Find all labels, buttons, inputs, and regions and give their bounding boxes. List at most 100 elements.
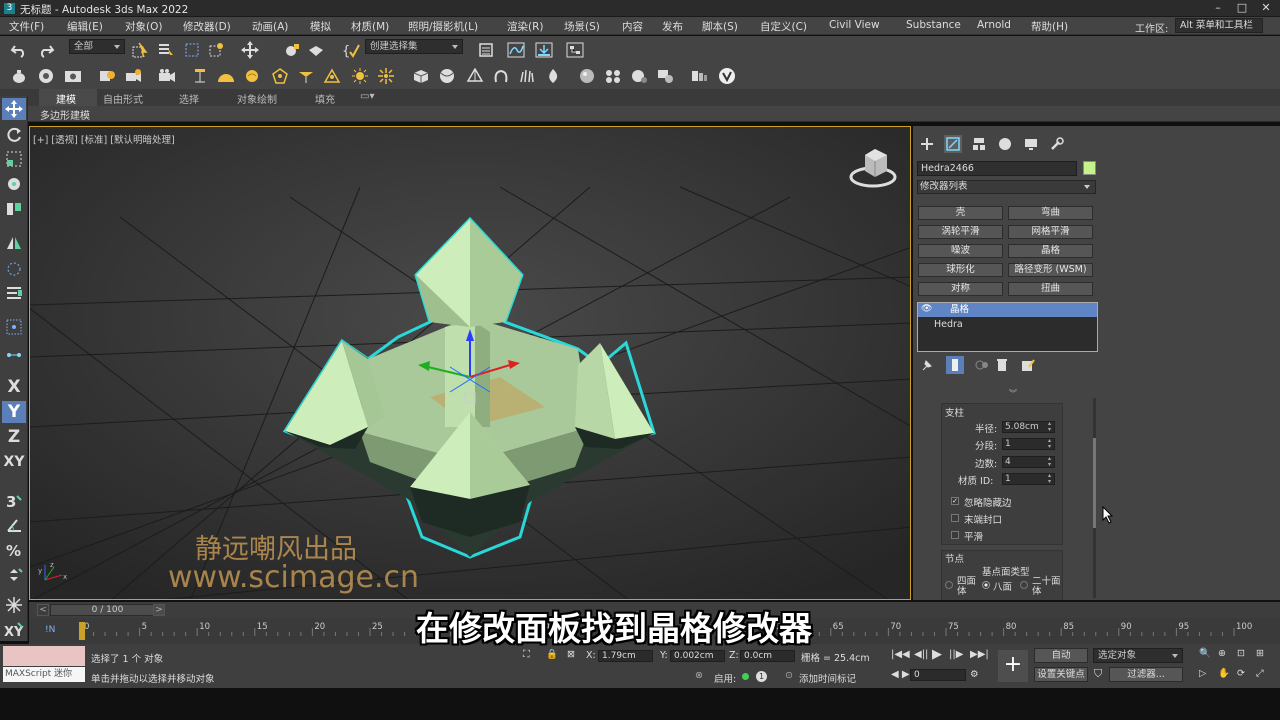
render-frame-icon[interactable] (63, 66, 83, 86)
prev-frame-icon[interactable]: ◀|| (914, 649, 928, 660)
zoom-icon[interactable]: 🔍 (1199, 648, 1211, 659)
play-icon[interactable]: ▶ (932, 647, 942, 662)
modifier-meshsmooth-button[interactable]: 网格平滑 (1008, 225, 1093, 239)
modifier-list-dropdown[interactable]: 修改器列表 (917, 180, 1096, 194)
snap-3d-icon[interactable]: 3 (2, 490, 26, 512)
menu-scripting[interactable]: 脚本(S) (702, 19, 738, 34)
workspace-dropdown[interactable]: Alt 菜单和工具栏 (1175, 18, 1263, 33)
axis-x-button[interactable]: X (2, 376, 26, 398)
time-prev-button[interactable]: < (37, 604, 49, 616)
box-primitive-icon[interactable] (411, 66, 431, 86)
menu-publish[interactable]: 发布 (662, 19, 683, 34)
menu-content[interactable]: 内容 (622, 19, 643, 34)
menu-lights-cameras[interactable]: 照明/摄影机(L) (408, 19, 478, 34)
eye-icon[interactable]: 👁 (921, 304, 932, 314)
modifier-twist-button[interactable]: 扭曲 (1008, 282, 1093, 296)
polygon-modeling-label[interactable]: 多边形建模 (40, 107, 90, 122)
go-to-start-icon[interactable]: |◀◀ (891, 649, 910, 660)
grass-icon[interactable] (517, 66, 537, 86)
hierarchy-tab-icon[interactable] (970, 135, 988, 153)
align-tool-icon[interactable] (2, 282, 26, 304)
sunlight-icon[interactable] (376, 66, 396, 86)
sphere-primitive-icon[interactable] (437, 66, 457, 86)
remove-modifier-icon[interactable] (993, 356, 1011, 374)
smooth-checkbox[interactable] (951, 531, 959, 539)
link-icon[interactable] (281, 40, 301, 60)
zoom-extents-all-icon[interactable]: ⊞ (1256, 648, 1264, 659)
menu-animation[interactable]: 动画(A) (252, 19, 288, 34)
material-sphere-icon[interactable] (577, 66, 597, 86)
modifier-noise-button[interactable]: 噪波 (918, 244, 1003, 258)
environment-icon[interactable] (655, 66, 675, 86)
selection-filter-dropdown[interactable]: 全部 (69, 39, 125, 54)
axis-xy-button[interactable]: XY (2, 451, 26, 473)
radius-spinner[interactable]: 5.08cm (1002, 421, 1055, 433)
segments-spinner[interactable]: 1 (1002, 438, 1055, 450)
icosa-radio[interactable] (1020, 581, 1028, 589)
material-editor-icon[interactable] (36, 66, 56, 86)
particle-system-icon[interactable] (603, 66, 623, 86)
tab-populate[interactable]: 填充 (315, 91, 335, 106)
camera-icon[interactable] (157, 66, 177, 86)
menu-modifiers[interactable]: 修改器(D) (183, 19, 231, 34)
time-next-button[interactable]: > (153, 604, 165, 616)
scale-tool-icon[interactable] (2, 148, 26, 170)
info-icon[interactable]: 1 (756, 671, 767, 682)
rect-selection-region-icon[interactable] (182, 40, 202, 60)
sides-spinner[interactable]: 4 (1002, 456, 1055, 468)
modifier-shell-button[interactable]: 壳 (918, 206, 1003, 220)
pin-stack-icon[interactable] (918, 356, 936, 374)
end-caps-checkbox[interactable] (951, 514, 959, 522)
menu-rendering[interactable]: 渲染(R) (507, 19, 544, 34)
maximize-viewport-icon[interactable]: ⤢ (1256, 668, 1264, 679)
menu-help[interactable]: 帮助(H) (1031, 19, 1068, 34)
teapot-icon[interactable] (9, 66, 29, 86)
named-selection-icon[interactable]: { (341, 40, 361, 60)
track-key-icon[interactable]: !N (45, 625, 55, 635)
named-selection-dropdown[interactable]: 创建选择集 (365, 39, 463, 54)
menu-civil-view[interactable]: Civil View (829, 19, 880, 31)
photometric-light-icon[interactable] (270, 66, 290, 86)
modifier-bend-button[interactable]: 弯曲 (1008, 206, 1093, 220)
snap-tool-icon[interactable] (2, 198, 26, 220)
redo-icon[interactable] (36, 40, 56, 60)
place-tool-icon[interactable] (2, 174, 26, 196)
stack-item-hedra[interactable]: Hedra (934, 319, 963, 330)
menu-material[interactable]: 材质(M) (351, 19, 389, 34)
lock-selection-icon[interactable]: 🔒 (546, 649, 558, 660)
move-tool-icon[interactable] (2, 98, 26, 120)
array-tool-icon[interactable] (2, 316, 26, 338)
panel-scrollbar[interactable] (1093, 398, 1096, 598)
maximize-button[interactable]: □ (1230, 0, 1254, 17)
tetra-radio[interactable] (945, 581, 953, 589)
panel-scrollbar-thumb[interactable] (1093, 438, 1096, 528)
go-to-end-icon[interactable]: ▶▶| (970, 649, 989, 660)
bend-modifier-icon[interactable] (491, 66, 511, 86)
utilities-tab-icon[interactable] (1048, 135, 1066, 153)
scene-explorer-icon[interactable] (476, 40, 496, 60)
rotate-tool-icon[interactable] (2, 124, 26, 146)
axis-y-button[interactable]: Y (2, 401, 26, 423)
enabled-indicator[interactable] (742, 673, 749, 680)
field-of-view-icon[interactable]: ▷ (1199, 668, 1206, 679)
time-tag-icon[interactable]: ⊙ (785, 670, 793, 681)
time-config-icon[interactable]: ⚙ (970, 669, 979, 680)
render-setup-icon[interactable] (97, 66, 117, 86)
menu-edit[interactable]: 编辑(E) (67, 19, 103, 34)
modify-tab-icon[interactable] (944, 135, 962, 153)
zoom-all-icon[interactable]: ⊕ (1218, 648, 1226, 659)
struts-title[interactable]: 支柱 (945, 405, 964, 419)
dope-sheet-icon[interactable] (534, 40, 554, 60)
render-elements-icon[interactable] (690, 66, 710, 86)
modifier-lattice-button[interactable]: 晶格 (1008, 244, 1093, 258)
pan-view-icon[interactable]: ✋ (1218, 668, 1230, 679)
spotlight-icon[interactable] (190, 66, 210, 86)
current-frame-marker[interactable] (79, 622, 85, 640)
spacing-tool-icon[interactable] (2, 342, 26, 364)
show-end-result-icon[interactable] (946, 356, 964, 374)
skylight-icon[interactable] (216, 66, 236, 86)
stack-item-lattice[interactable]: 晶格 (918, 303, 1097, 317)
tab-modeling[interactable]: 建模 (56, 91, 76, 106)
modifier-spherify-button[interactable]: 球形化 (918, 263, 1003, 277)
percent-snap-icon[interactable]: % (2, 539, 26, 561)
